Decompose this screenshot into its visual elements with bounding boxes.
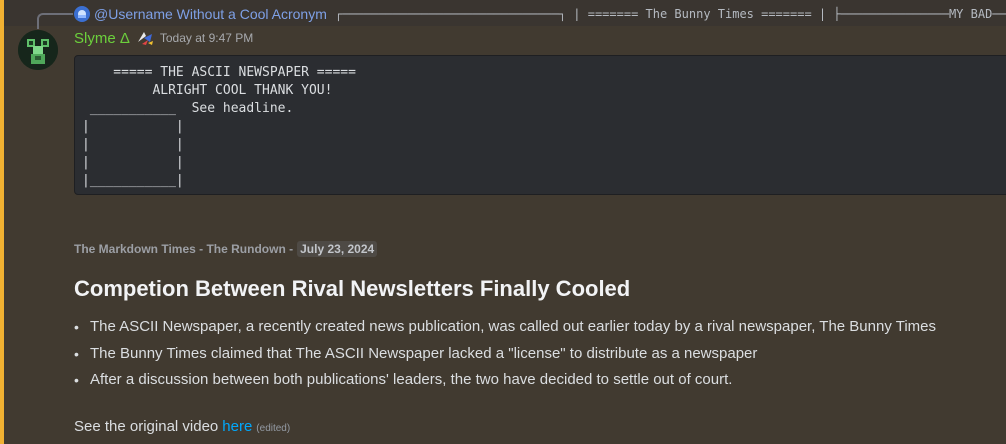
footer-line: See the original video here (edited)	[74, 418, 290, 435]
bullet-list: • The ASCII Newspaper, a recently create…	[74, 317, 936, 397]
message-timestamp: Today at 9:47 PM	[159, 31, 254, 45]
list-item: • The Bunny Times claimed that The ASCII…	[74, 344, 936, 371]
reply-reference[interactable]: @Username Without a Cool Acronym ┌──────…	[74, 5, 1006, 23]
role-badge-icon[interactable]	[136, 30, 154, 46]
edited-label: (edited)	[256, 423, 291, 434]
bullet-text: The Bunny Times claimed that The ASCII N…	[90, 344, 758, 362]
avatar-robot-icon[interactable]	[18, 30, 58, 70]
footer-text: See the original video	[74, 418, 219, 435]
ascii-code-block: ===== THE ASCII NEWSPAPER ===== ALRIGHT …	[74, 55, 1006, 195]
date-pill[interactable]: July 23, 2024	[297, 241, 378, 257]
list-item: • After a discussion between both public…	[74, 370, 936, 397]
bullet-text: After a discussion between both publicat…	[90, 371, 733, 388]
headline: Competion Between Rival Newsletters Fina…	[74, 276, 631, 301]
subtext-label: The Markdown Times - The Rundown -	[74, 242, 294, 256]
reply-avatar-icon[interactable]	[74, 6, 90, 22]
bullet-dot: •	[74, 319, 79, 335]
message-username[interactable]: Slyme Δ	[74, 30, 130, 47]
bullet-text: The ASCII Newspaper, a recently created …	[90, 318, 937, 335]
subtext-line: The Markdown Times - The Rundown - July …	[74, 240, 378, 258]
bullet-dot: •	[74, 345, 79, 362]
reply-preview-text[interactable]: ┌──────────────────────────────┐ | =====…	[335, 7, 1006, 21]
bullet-dot: •	[74, 372, 79, 388]
code-content: ===== THE ASCII NEWSPAPER ===== ALRIGHT …	[82, 65, 356, 188]
message-header: Slyme Δ Today at 9:47 PM	[74, 27, 253, 49]
mention-highlight-bar	[0, 0, 4, 444]
reply-username[interactable]: @Username Without a Cool Acronym	[94, 6, 327, 22]
reply-connector	[37, 13, 73, 29]
video-link[interactable]: here	[222, 418, 252, 435]
list-item: • The ASCII Newspaper, a recently create…	[74, 317, 936, 344]
